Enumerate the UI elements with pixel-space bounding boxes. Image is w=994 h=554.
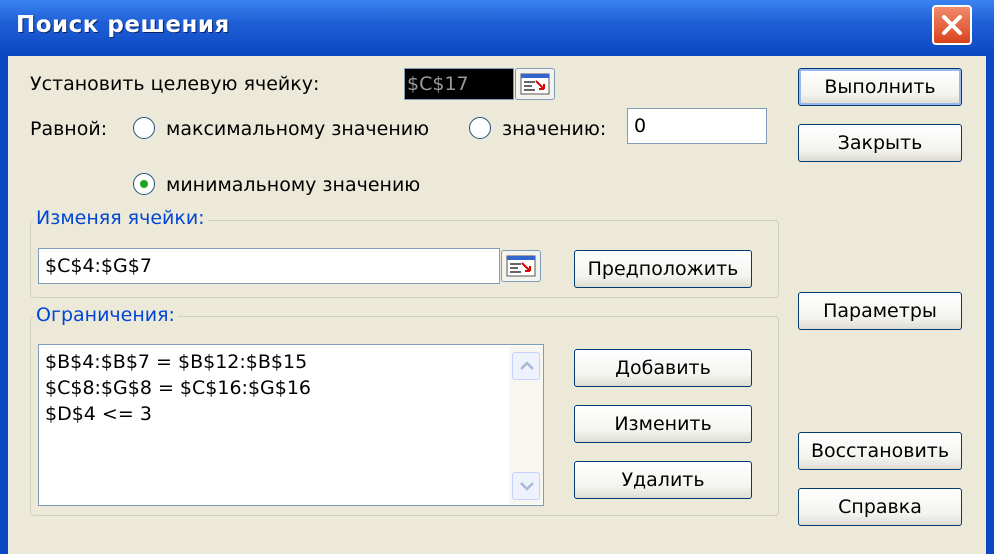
change-constraint-button[interactable]: Изменить <box>574 405 752 443</box>
scroll-down-button[interactable] <box>512 472 540 500</box>
changing-cells-input[interactable]: $C$4:$G$7 <box>38 248 500 284</box>
radio-min-label[interactable]: минимальному значению <box>166 174 420 196</box>
constraints-list[interactable]: $B$4:$B$7 = $B$12:$B$15 $C$8:$G$8 = $C$1… <box>38 344 544 506</box>
window-close-button[interactable] <box>932 5 972 45</box>
title-bar: Поиск решения <box>0 0 994 56</box>
chevron-up-icon <box>520 361 534 370</box>
solve-button[interactable]: Выполнить <box>798 68 962 106</box>
collapse-dialog-icon <box>520 73 550 95</box>
list-item[interactable]: $C$8:$G$8 = $C$16:$G$16 <box>45 377 311 399</box>
changing-cells-title: Изменяя ячейки: <box>33 207 208 229</box>
window-title: Поиск решения <box>16 12 230 38</box>
list-item[interactable]: $D$4 <= 3 <box>45 403 152 425</box>
reset-all-button[interactable]: Восстановить <box>798 432 962 470</box>
radio-value-label[interactable]: значению: <box>502 118 606 140</box>
value-input-text: 0 <box>634 115 647 137</box>
target-cell-input[interactable]: $C$17 <box>404 68 514 100</box>
options-button[interactable]: Параметры <box>798 292 962 330</box>
changing-cells-value: $C$4:$G$7 <box>45 255 152 277</box>
chevron-down-icon <box>520 482 534 491</box>
value-input[interactable]: 0 <box>627 108 767 144</box>
target-cell-label: Установить целевую ячейку: <box>30 73 320 95</box>
close-button[interactable]: Закрыть <box>798 124 962 162</box>
radio-max[interactable] <box>133 117 155 139</box>
constraints-title: Ограничения: <box>33 304 178 326</box>
delete-constraint-button[interactable]: Удалить <box>574 461 752 499</box>
close-x-icon <box>942 15 962 35</box>
guess-button[interactable]: Предположить <box>574 250 752 288</box>
target-cell-ref-button[interactable] <box>515 68 555 100</box>
window-frame-right <box>986 56 994 554</box>
list-item[interactable]: $B$4:$B$7 = $B$12:$B$15 <box>45 351 307 373</box>
radio-max-label[interactable]: максимальному значению <box>166 118 429 140</box>
collapse-dialog-icon <box>506 255 536 277</box>
scroll-up-button[interactable] <box>512 352 540 380</box>
window-frame-left <box>0 56 8 554</box>
radio-value[interactable] <box>469 117 491 139</box>
help-button[interactable]: Справка <box>798 488 962 526</box>
target-cell-value: $C$17 <box>407 73 469 95</box>
changing-cells-ref-button[interactable] <box>501 250 541 282</box>
equal-to-label: Равной: <box>30 118 108 140</box>
radio-min[interactable] <box>133 173 155 195</box>
add-constraint-button[interactable]: Добавить <box>574 349 752 387</box>
constraints-scrollbar[interactable] <box>509 346 543 504</box>
